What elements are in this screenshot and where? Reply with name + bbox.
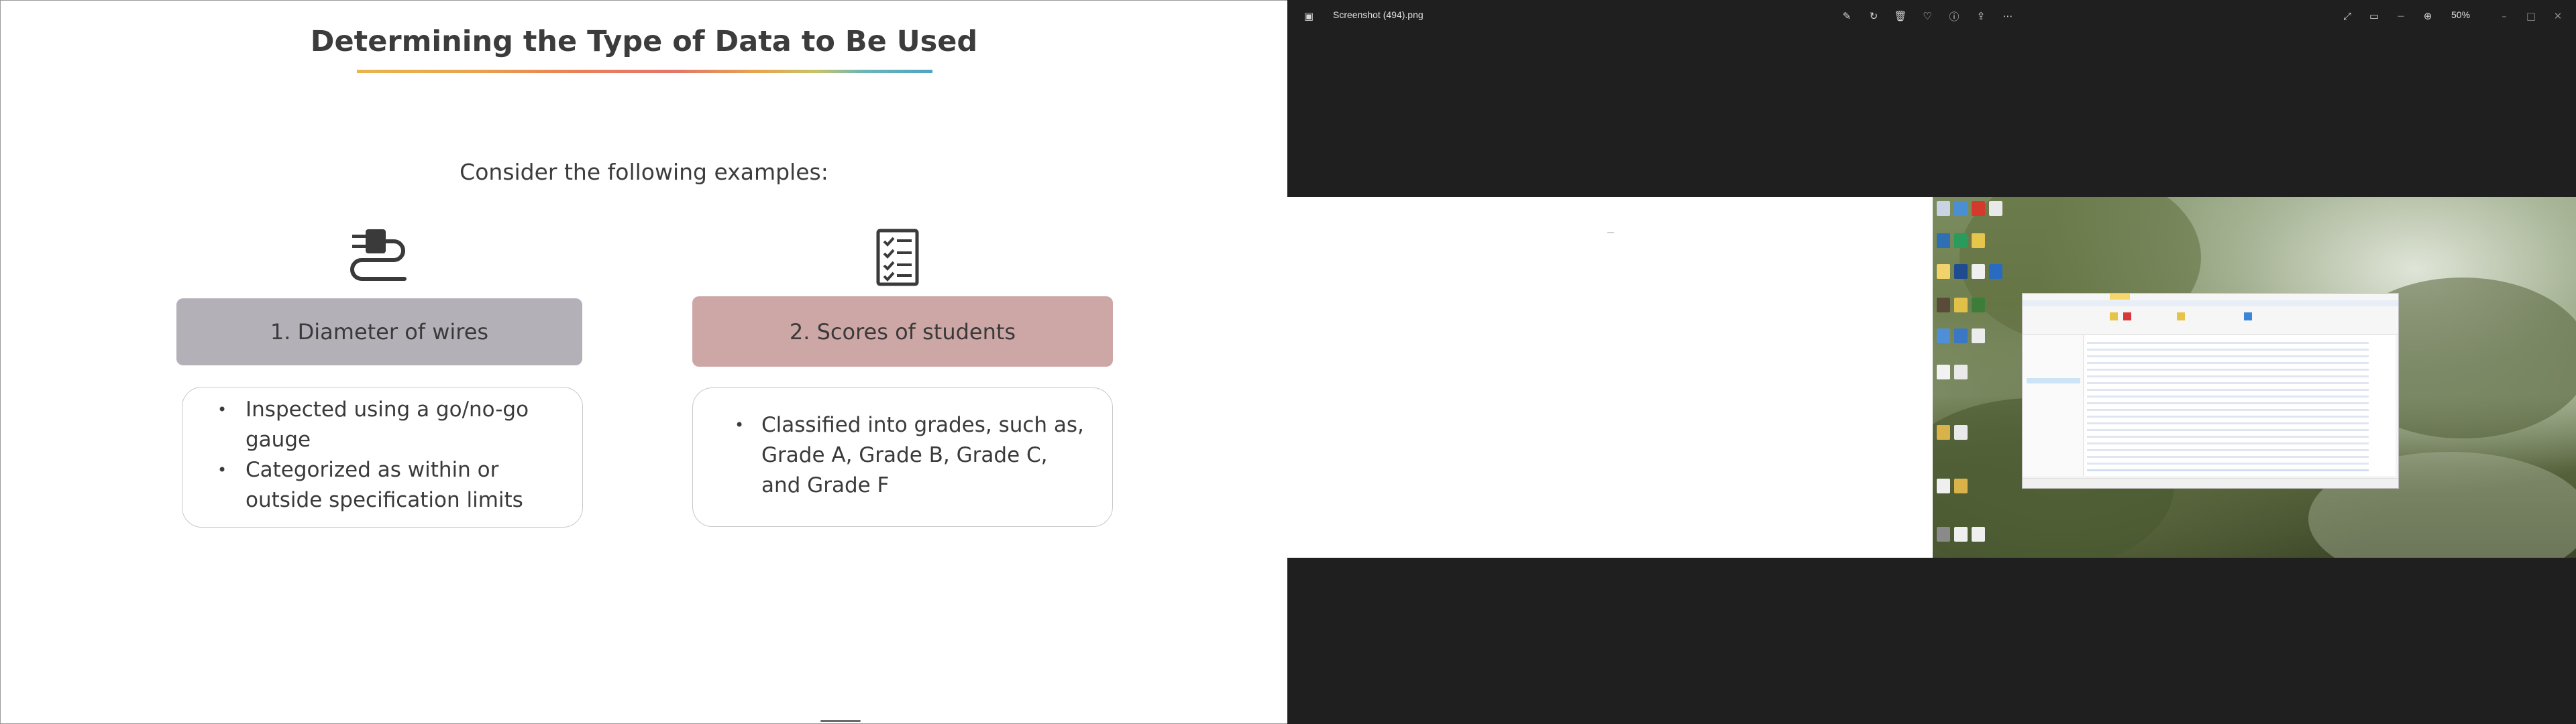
desktop-file-icon [1937,365,1950,379]
minimize-icon[interactable]: – [2495,7,2514,25]
rotate-icon[interactable]: ↻ [1864,7,1883,25]
title-underline [357,70,932,73]
bullet-item: Categorized as within or outside specifi… [182,455,558,516]
desktop-folder-icon [1937,264,1950,279]
close-icon[interactable]: ✕ [2548,7,2567,25]
zoom-level[interactable]: 50% [2451,9,2470,20]
bullet-item: Inspected using a go/no-go gauge [182,395,558,455]
example-1-details-card: Inspected using a go/no-go gauge Categor… [182,387,583,528]
example-1-header: 1. Diameter of wires [176,298,582,365]
share-icon[interactable]: ⇪ [1972,7,1990,25]
desktop-file-icon [1989,201,2002,216]
desktop-file-icon [1954,365,1968,379]
slideshow-icon[interactable]: ▭ [2365,7,2383,25]
fullscreen-icon[interactable]: ⤢ [2338,7,2357,25]
desktop-app-icon [1937,233,1950,248]
desktop-app-icon [1954,233,1968,248]
desktop-folder-icon [1937,425,1950,440]
desktop-app-icon [1937,298,1950,312]
image-explorer-status-bar [2023,478,2398,488]
image-mark [1607,232,1614,233]
desktop-folder-icon [1972,233,1985,248]
delete-icon[interactable]: 🗑 [1891,7,1910,25]
example-2-header: 2. Scores of students [692,296,1113,367]
info-icon[interactable]: ⓘ [1945,7,1964,25]
displayed-image[interactable] [1287,197,2576,558]
example-1-header-label: 1. Diameter of wires [270,319,489,345]
example-2-header-label: 2. Scores of students [789,318,1016,345]
desktop-app-icon [1937,527,1950,542]
app-photos-icon[interactable]: ▣ [1299,7,1318,25]
desktop-file-icon [1972,328,1985,343]
presentation-slide: Determining the Type of Data to Be Used … [0,0,1287,724]
desktop-file-icon [1954,425,1968,440]
slide-subtitle: Consider the following examples: [460,159,828,185]
maximize-icon[interactable]: □ [2522,7,2540,25]
example-2-bullet-list: Classified into grades, such as, Grade A… [693,410,1089,501]
example-1-bullet-list: Inspected using a go/no-go gauge Categor… [182,395,558,516]
zoom-out-icon[interactable]: − [2392,7,2410,25]
resize-handle[interactable] [820,720,861,722]
slide-title: Determining the Type of Data to Be Used [310,25,978,58]
image-explorer-navigation-pane [2023,335,2084,476]
example-2-details-card: Classified into grades, such as, Grade A… [692,387,1113,527]
plug-cable-icon [350,229,407,281]
bullet-item: Classified into grades, such as, Grade A… [693,410,1089,501]
desktop-app-icon [1954,328,1968,343]
photos-viewer-window: ▣ Screenshot (494).png ✎ ↻ 🗑 ♡ ⓘ ⇪ ⋯ ⤢ ▭… [1287,0,2576,724]
desktop-app-icon [1954,264,1968,279]
favorite-icon[interactable]: ♡ [1918,7,1937,25]
desktop-file-icon [1937,201,1950,216]
file-name: Screenshot (494).png [1333,9,1424,20]
more-icon[interactable]: ⋯ [1998,7,2017,25]
desktop-app-icon [1937,328,1950,343]
image-desktop-screenshot [1933,197,2576,558]
desktop-folder-icon [1954,479,1968,493]
checklist-icon [876,229,919,286]
zoom-in-icon[interactable]: ⊕ [2418,7,2437,25]
desktop-folder-icon [1954,298,1968,312]
desktop-file-icon [1937,479,1950,493]
image-file-explorer-window [2022,293,2399,489]
desktop-file-icon [1972,264,1985,279]
desktop-app-icon [1972,298,1985,312]
image-explorer-ribbon [2023,294,2398,335]
desktop-app-icon [1989,264,2002,279]
image-explorer-file-list [2084,335,2396,476]
desktop-app-icon [1972,201,1985,216]
desktop-app-icon [1954,201,1968,216]
viewer-title-bar: ▣ Screenshot (494).png ✎ ↻ 🗑 ♡ ⓘ ⇪ ⋯ ⤢ ▭… [1287,0,2576,32]
edit-icon[interactable]: ✎ [1837,7,1856,25]
desktop-file-icon [1972,527,1985,542]
image-blank-slide-region [1287,197,1933,558]
desktop-file-icon [1954,527,1968,542]
